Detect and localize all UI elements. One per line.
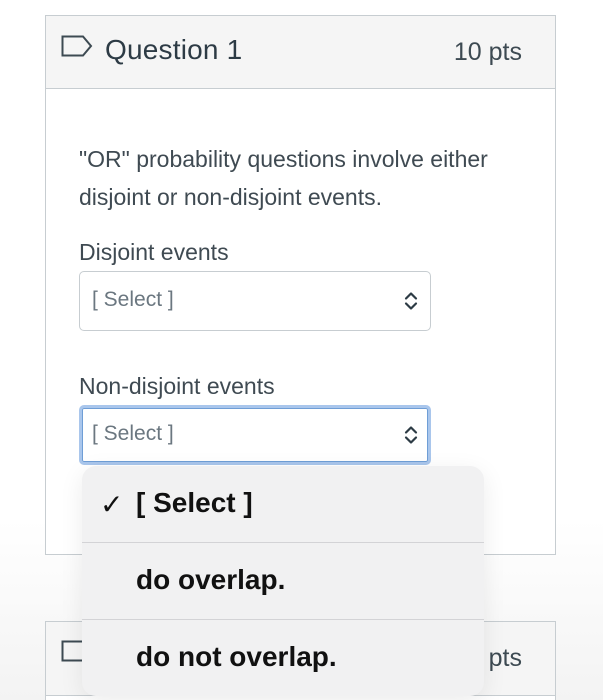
- select-value: [ Select ]: [92, 422, 174, 445]
- dropdown-option-do-overlap[interactable]: do overlap.: [82, 543, 484, 620]
- question-points: pts: [488, 644, 522, 672]
- question-header: Question 1 10 pts: [46, 16, 555, 89]
- select-dropdown-menu: ✓ [ Select ] do overlap. do not overlap.: [82, 466, 484, 696]
- sort-arrows-icon: [404, 292, 418, 310]
- flag-icon[interactable]: [61, 35, 93, 57]
- non-disjoint-events-label: Non-disjoint events: [79, 373, 275, 399]
- select-value: [ Select ]: [92, 288, 174, 311]
- disjoint-events-select[interactable]: [ Select ]: [79, 271, 431, 331]
- dropdown-option-label: [ Select ]: [136, 487, 253, 518]
- disjoint-events-label: Disjoint events: [79, 239, 229, 265]
- question-points: 10 pts: [453, 38, 522, 66]
- dropdown-option-label: do not overlap.: [136, 641, 337, 672]
- sort-arrows-icon: [404, 426, 418, 444]
- non-disjoint-events-select[interactable]: [ Select ]: [79, 405, 431, 465]
- dropdown-option-do-not-overlap[interactable]: do not overlap.: [82, 620, 484, 696]
- question-title: Question 1: [105, 34, 243, 65]
- dropdown-option-label: do overlap.: [136, 564, 286, 595]
- question-prompt: "OR" probability questions involve eithe…: [79, 146, 488, 210]
- dropdown-option-select[interactable]: ✓ [ Select ]: [82, 466, 484, 543]
- checkmark-icon: ✓: [100, 488, 124, 521]
